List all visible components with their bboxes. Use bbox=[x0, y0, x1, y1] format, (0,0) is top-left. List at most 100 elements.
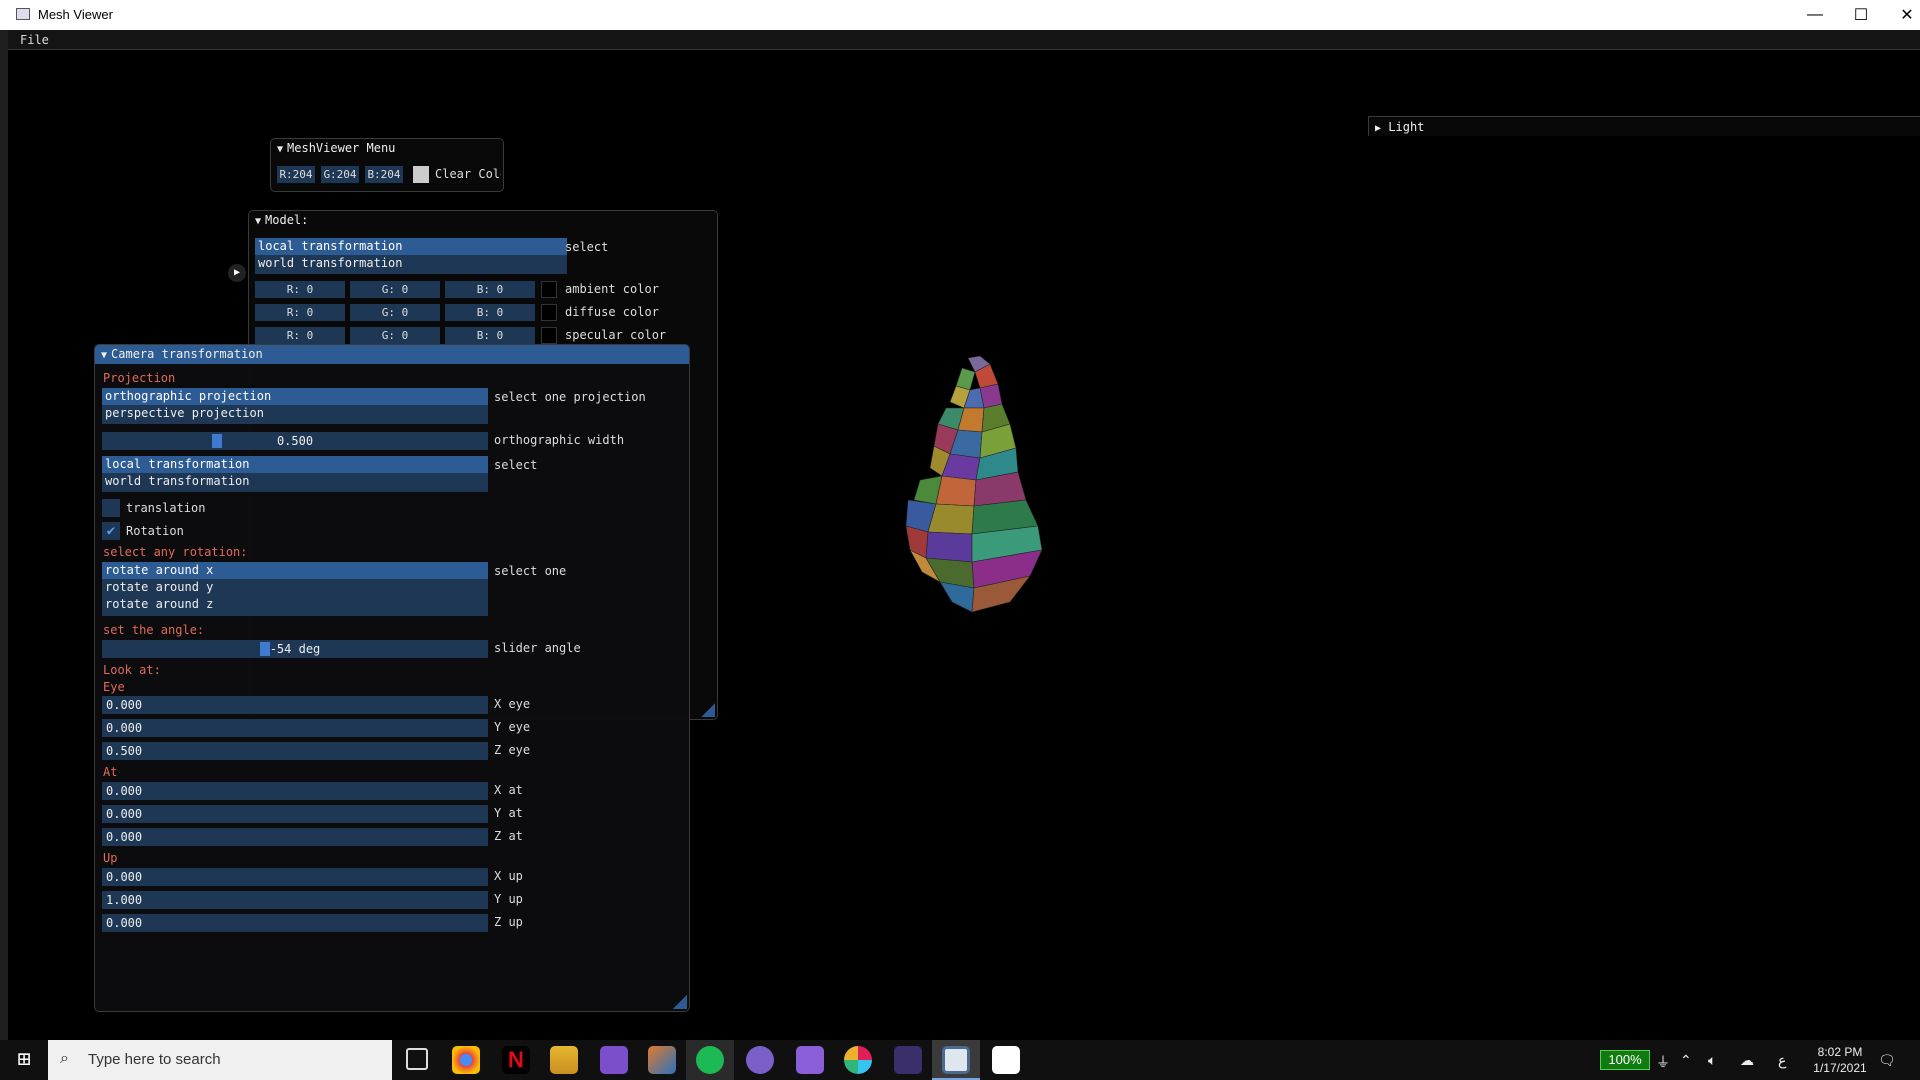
netflix-icon[interactable]: N bbox=[502, 1046, 530, 1074]
eye-x-field[interactable]: 0.000 bbox=[102, 696, 488, 714]
list-item[interactable]: perspective projection bbox=[102, 405, 488, 422]
eye-z-field[interactable]: 0.500 bbox=[102, 742, 488, 760]
at-y-field[interactable]: 0.000 bbox=[102, 805, 488, 823]
translation-label: translation bbox=[126, 501, 206, 515]
window-title: Mesh Viewer bbox=[38, 7, 113, 22]
window-left-border bbox=[0, 30, 8, 1040]
up-y-field[interactable]: 1.000 bbox=[102, 891, 488, 909]
eye-z-label: Z eye bbox=[494, 743, 531, 757]
clear-color-r-field[interactable]: R:204 bbox=[277, 166, 315, 183]
up-z-field[interactable]: 0.000 bbox=[102, 914, 488, 932]
photos-icon[interactable] bbox=[992, 1046, 1020, 1074]
ambient-r-field[interactable]: R: 0 bbox=[255, 281, 345, 298]
specular-b-field[interactable]: B: 0 bbox=[445, 327, 535, 344]
spotify-icon[interactable] bbox=[696, 1046, 724, 1074]
chrome-icon[interactable] bbox=[452, 1046, 480, 1074]
search-icon: ⌕ bbox=[60, 1050, 69, 1067]
expand-arrow-icon: ▶ bbox=[1375, 123, 1382, 134]
file-explorer-icon[interactable] bbox=[550, 1046, 578, 1074]
diffuse-g-field[interactable]: G: 0 bbox=[350, 304, 440, 321]
matlab-icon[interactable] bbox=[648, 1046, 676, 1074]
power-plug-icon[interactable]: ⏚ bbox=[1656, 1052, 1670, 1072]
eye-y-field[interactable]: 0.000 bbox=[102, 719, 488, 737]
meshviewer-menu-header[interactable]: ▼ MeshViewer Menu bbox=[271, 139, 503, 158]
volume-icon[interactable]: 🔈︎ bbox=[1708, 1052, 1716, 1069]
chevron-up-icon[interactable]: ⌃ bbox=[1680, 1052, 1692, 1069]
ambient-color-swatch[interactable] bbox=[541, 281, 557, 298]
menu-file[interactable]: File bbox=[20, 33, 49, 47]
list-item[interactable]: world transformation bbox=[255, 255, 567, 272]
list-item[interactable]: rotate around y bbox=[102, 579, 488, 596]
meshviewer-menu-window: ▼ MeshViewer Menu R:204 G:204 B:204 Clear… bbox=[270, 138, 504, 192]
onedrive-cloud-icon[interactable]: ☁ bbox=[1740, 1052, 1754, 1069]
up-header: Up bbox=[103, 851, 118, 865]
diffuse-color-swatch[interactable] bbox=[541, 304, 557, 321]
list-item[interactable]: orthographic projection bbox=[102, 388, 488, 405]
up-x-field[interactable]: 0.000 bbox=[102, 868, 488, 886]
notification-center-icon[interactable]: 🗨︎ bbox=[1878, 1052, 1896, 1069]
clear-color-g-field[interactable]: G:204 bbox=[321, 166, 359, 183]
terminal-icon[interactable] bbox=[894, 1046, 922, 1074]
camera-header[interactable]: ▼ Camera transformation bbox=[95, 345, 689, 364]
specular-color-label: specular color bbox=[565, 328, 667, 342]
projection-list: orthographic projection perspective proj… bbox=[102, 388, 488, 424]
clear-color-swatch[interactable] bbox=[413, 166, 429, 183]
clock-date: 1/17/2021 bbox=[1813, 1061, 1867, 1075]
eye-y-label: Y eye bbox=[494, 720, 531, 734]
diffuse-r-field[interactable]: R: 0 bbox=[255, 304, 345, 321]
diffuse-b-field[interactable]: B: 0 bbox=[445, 304, 535, 321]
list-item[interactable]: local transformation bbox=[255, 238, 567, 255]
resize-grip[interactable] bbox=[673, 995, 687, 1009]
mesh-render bbox=[905, 355, 1043, 613]
clear-color-b-field[interactable]: B:204 bbox=[365, 166, 403, 183]
visual-studio-2-icon[interactable] bbox=[796, 1046, 824, 1074]
window-titlebar: Mesh Viewer — ☐ ✕ bbox=[0, 0, 1920, 30]
at-z-field[interactable]: 0.000 bbox=[102, 828, 488, 846]
light-panel-header[interactable]: ▶ Light bbox=[1368, 116, 1920, 136]
collapsed-window-arrow-icon[interactable]: ▶ bbox=[228, 264, 246, 282]
maximize-button[interactable]: ☐ bbox=[1838, 0, 1884, 30]
taskbar-search-box[interactable]: ⌕ Type here to search bbox=[48, 1040, 392, 1080]
list-item[interactable]: rotate around x bbox=[102, 562, 488, 579]
model-transform-label: select bbox=[565, 240, 609, 254]
ambient-b-field[interactable]: B: 0 bbox=[445, 281, 535, 298]
model-title: Model: bbox=[265, 213, 309, 227]
rotation-checkbox[interactable]: ✔ bbox=[102, 522, 120, 540]
slider-grab[interactable] bbox=[260, 642, 271, 656]
angle-value: -54 deg bbox=[269, 642, 321, 656]
specular-color-swatch[interactable] bbox=[541, 327, 557, 344]
minimize-button[interactable]: — bbox=[1792, 0, 1838, 30]
close-button[interactable]: ✕ bbox=[1884, 0, 1920, 30]
slack-icon[interactable] bbox=[844, 1046, 872, 1074]
ambient-g-field[interactable]: G: 0 bbox=[350, 281, 440, 298]
specular-g-field[interactable]: G: 0 bbox=[350, 327, 440, 344]
ortho-width-slider[interactable]: 0.500 bbox=[102, 432, 488, 450]
light-panel-label: Light bbox=[1388, 120, 1425, 134]
up-x-label: X up bbox=[494, 869, 523, 883]
discord-icon[interactable] bbox=[746, 1046, 774, 1074]
ortho-width-value: 0.500 bbox=[276, 434, 314, 448]
clock-time: 8:02 PM bbox=[1817, 1045, 1863, 1059]
resize-grip[interactable] bbox=[701, 703, 715, 717]
translation-checkbox[interactable] bbox=[102, 499, 120, 517]
battery-indicator[interactable]: 100% bbox=[1600, 1050, 1650, 1070]
input-language-indicator[interactable]: ع bbox=[1778, 1052, 1786, 1069]
at-x-field[interactable]: 0.000 bbox=[102, 782, 488, 800]
lookat-header: Look at: bbox=[103, 663, 161, 677]
list-item[interactable]: rotate around z bbox=[102, 596, 488, 613]
list-item[interactable]: world transformation bbox=[102, 473, 488, 490]
slider-grab[interactable] bbox=[211, 434, 222, 448]
angle-slider[interactable]: -54 deg bbox=[102, 640, 488, 658]
model-header[interactable]: ▼ Model: bbox=[249, 211, 717, 230]
camera-transform-label: select bbox=[494, 458, 538, 472]
list-item[interactable]: local transformation bbox=[102, 456, 488, 473]
collapse-arrow-icon: ▼ bbox=[101, 350, 108, 361]
clock[interactable]: 8:02 PM 1/17/2021 bbox=[1800, 1044, 1880, 1076]
specular-r-field[interactable]: R: 0 bbox=[255, 327, 345, 344]
windows-start-icon[interactable]: ⊞ bbox=[0, 1040, 48, 1080]
mesh-viewer-taskbar-icon[interactable] bbox=[942, 1046, 970, 1074]
app-icon bbox=[16, 8, 30, 20]
visual-studio-icon[interactable] bbox=[600, 1046, 628, 1074]
collapse-arrow-icon: ▼ bbox=[255, 216, 262, 227]
task-view-icon[interactable] bbox=[406, 1048, 428, 1070]
